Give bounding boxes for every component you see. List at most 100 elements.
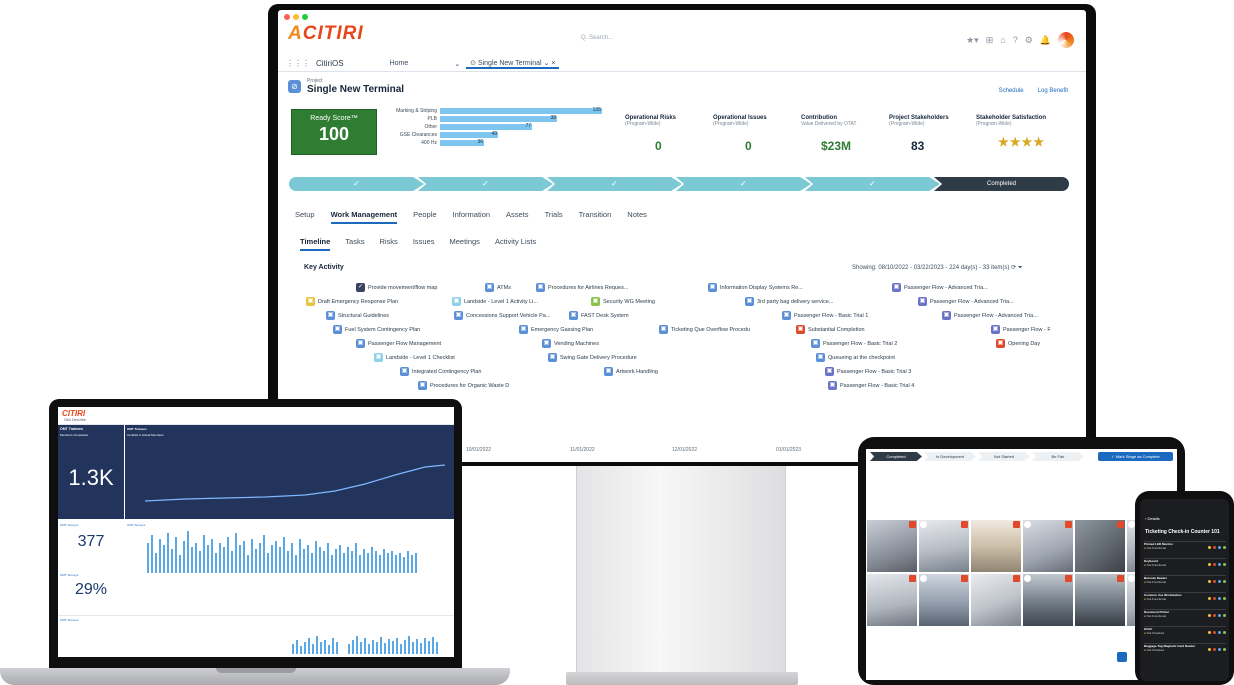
stage-not-started[interactable]: Not Started [978,452,1030,461]
timeline-item[interactable]: ▣ Passenger Flow - Advanced Tria... [942,311,1038,320]
tab-work-management[interactable]: Work Management [330,210,398,224]
timeline-item[interactable]: ▣ Swing Gate Delivery Procedure [548,353,637,362]
refresh-icon[interactable]: ⟳ [1011,265,1016,271]
stage-step[interactable]: ✓ [805,177,940,191]
stage-in-development[interactable]: In Development [924,452,976,461]
checklist-row[interactable]: Document Printer ● Not Functional [1144,609,1226,623]
timeline-item[interactable]: ▣ Concessions Support Vehicle Pa... [454,311,550,320]
stage-step-completed[interactable]: Completed [934,177,1069,191]
kpi-project-stakeholders: Project Stakeholders (Program-Wide) 83 [889,115,949,153]
tab-timeline[interactable]: Timeline [300,237,331,251]
timeline-item[interactable]: ▣ Passenger Flow - Basic Trial 2 [811,339,897,348]
timeline-item[interactable]: ▣ Queueing at the checkpoint [816,353,895,362]
terminal-photo[interactable] [866,519,918,573]
timeline-item[interactable]: ▣ Procedures for Airlines Reques... [536,283,628,292]
settings-gear-icon[interactable]: ⚙ [1025,35,1033,46]
window-controls[interactable] [284,14,308,20]
phone-back-nav[interactable]: ‹ Details [1145,516,1160,521]
home-icon[interactable]: ⌂ [1000,35,1005,45]
bar-row: GSE Clearances 49 [399,131,498,138]
timeline-item[interactable]: ▣ ATMs [485,283,511,292]
stage-completed[interactable]: Completed [870,452,922,461]
timeline-item[interactable]: ▣ Emergency Gassing Plan [519,325,593,334]
checklist-row[interactable]: Printed LED Monitor ● Not Functional [1144,541,1226,555]
filter-icon[interactable]: ⏷ [1018,265,1023,271]
mark-stage-complete-button[interactable]: ✓ Mark Stage as Complete [1098,452,1173,461]
terminal-photo[interactable] [970,519,1022,573]
terminal-photo[interactable] [970,573,1022,627]
nav-tab-single-new-terminal[interactable]: ⊙ Single New Terminal ⌄ × [466,59,560,69]
tab-risks[interactable]: Risks [379,237,397,251]
timeline-item[interactable]: ▣ Artwork Handling [604,367,658,376]
app-launcher-icon[interactable]: ⋮⋮⋮ [286,59,310,68]
nav-tab-home[interactable]: Home [390,60,409,67]
stage-step[interactable]: ✓ [418,177,553,191]
kpi-contribution: Contribution Value Delivered by OTAT $23M [801,115,857,153]
timeline-item[interactable]: ▣ Fuel System Contingency Plan [333,325,420,334]
timeline-item[interactable]: ▣ Ticketing Que Overflow Procedu [659,325,750,334]
global-search-input[interactable]: Q. Search... [581,35,613,41]
terminal-photo[interactable] [1074,519,1126,573]
timeline-item[interactable]: ▣ Passenger Flow - Basic Trial 4 [828,381,914,390]
checklist-row[interactable]: Barcode Reader ● Not Functional [1144,575,1226,589]
help-icon[interactable]: ? [1013,35,1018,45]
terminal-photo[interactable] [1074,573,1126,627]
timeline-item[interactable]: ▣ Draft Emergency Response Plan [306,297,398,306]
checklist-row[interactable]: Keyboard ● Not Functional [1144,558,1226,572]
timeline-item[interactable]: ▣ Opening Day [996,339,1040,348]
stage-step[interactable]: ✓ [289,177,424,191]
stage-step[interactable]: ✓ [676,177,811,191]
favorites-icon[interactable]: ★▾ [966,35,979,46]
terminal-photo[interactable] [918,519,970,573]
timeline-item[interactable]: ▣ Passenger Flow - Basic Trial 3 [825,367,911,376]
timeline-item[interactable]: ▣ Landside - Level 1 Checklist [374,353,455,362]
tab-transition[interactable]: Transition [579,210,612,224]
schedule-link[interactable]: Schedule [999,88,1024,94]
tab-trials[interactable]: Trials [545,210,563,224]
tab-information[interactable]: Information [453,210,491,224]
checklist-row[interactable]: Baggage Tag Magnetic Card Reader ● Not Ch… [1144,643,1226,657]
tab-meetings[interactable]: Meetings [450,237,480,251]
terminal-photo[interactable] [1022,519,1074,573]
timeline-item[interactable]: ▣ Security WG Meeting [591,297,655,306]
timeline-item[interactable]: ▣ Vending Machines [542,339,599,348]
chevron-down-icon[interactable]: ⌄ [454,60,460,68]
checklist-row[interactable]: Common Use Workstation ● Not Functional [1144,592,1226,606]
timeline-item[interactable]: ▣ Landside - Level 1 Activity Li... [452,297,538,306]
checklist-row[interactable]: HVAC ● Not Checked [1144,626,1226,640]
add-icon[interactable]: ⊞ [986,35,994,46]
trainees-line-chart: OMT Trainees Certified in Actual Members [125,425,454,519]
tab-issues[interactable]: Issues [413,237,435,251]
stage-be-fair[interactable]: Be Fair [1032,452,1084,461]
timeline-item[interactable]: ▣ Passenger Flow Management [356,339,441,348]
timeline-item[interactable]: ▣ Information Display Systems Re... [708,283,803,292]
terminal-photo[interactable] [1022,573,1074,627]
timeline-item[interactable]: ▣ Passenger Flow - Basic Trial 1 [782,311,868,320]
notifications-bell-icon[interactable]: 🔔 [1040,35,1051,46]
user-avatar[interactable] [1058,32,1074,48]
ready-score-card: Ready Score™ 100 [291,109,377,155]
timeline-item[interactable]: ▣ Passenger Flow - F [991,325,1051,334]
trainees-line [144,464,446,502]
desktop-screen: ACITIRI Q. Search... ★▾ ⊞ ⌂ ? ⚙ 🔔 ⋮⋮⋮ Ci… [278,10,1086,462]
tab-activity-lists[interactable]: Activity Lists [495,237,536,251]
tab-assets[interactable]: Assets [506,210,529,224]
timeline-item[interactable]: ✓ Provide movement/flow map [356,283,437,292]
pagination-button[interactable] [1117,652,1127,662]
tab-tasks[interactable]: Tasks [345,237,364,251]
terminal-photo[interactable] [866,573,918,627]
timeline-item[interactable]: ▣ Structural Guidelines [326,311,389,320]
tab-people[interactable]: People [413,210,436,224]
timeline-item[interactable]: ▣ Substantial Completion [796,325,865,334]
timeline-item[interactable]: ▣ FAST Desk System [569,311,629,320]
tab-setup[interactable]: Setup [295,210,315,224]
timeline-item[interactable]: ▣ Passenger Flow - Advanced Tria... [892,283,988,292]
terminal-photo[interactable] [918,573,970,627]
stage-step[interactable]: ✓ [547,177,682,191]
timeline-item[interactable]: ▣ Passenger Flow - Advanced Tria... [918,297,1014,306]
tab-notes[interactable]: Notes [627,210,647,224]
log-benefit-link[interactable]: Log Benefit [1038,88,1068,94]
timeline-item[interactable]: ▣ Integrated Contingency Plan [400,367,481,376]
timeline-item[interactable]: ▣ 3rd party bag delivery service... [745,297,833,306]
timeline-item[interactable]: ▣ Procedures for Organic Waste D [418,381,509,390]
